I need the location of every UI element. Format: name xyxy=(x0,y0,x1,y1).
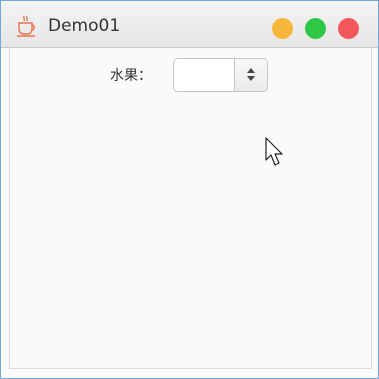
fruit-spinner[interactable] xyxy=(173,58,268,92)
spinner-down-icon[interactable] xyxy=(247,76,255,81)
minimize-button[interactable] xyxy=(272,18,293,39)
spinner-arrows[interactable] xyxy=(234,59,267,91)
title-bar[interactable]: Demo01 xyxy=(1,1,378,48)
mouse-pointer-icon xyxy=(265,137,283,166)
spinner-up-icon[interactable] xyxy=(247,68,255,73)
coffee-cup-icon xyxy=(17,15,35,37)
fruit-spinner-field[interactable] xyxy=(174,59,234,91)
fruit-label: 水果： xyxy=(110,68,152,84)
window-title: Demo01 xyxy=(48,16,121,36)
app-window: Demo01 水果： xyxy=(0,0,379,379)
maximize-button[interactable] xyxy=(305,18,326,39)
close-button[interactable] xyxy=(338,18,359,39)
content-panel: 水果： xyxy=(9,48,372,369)
